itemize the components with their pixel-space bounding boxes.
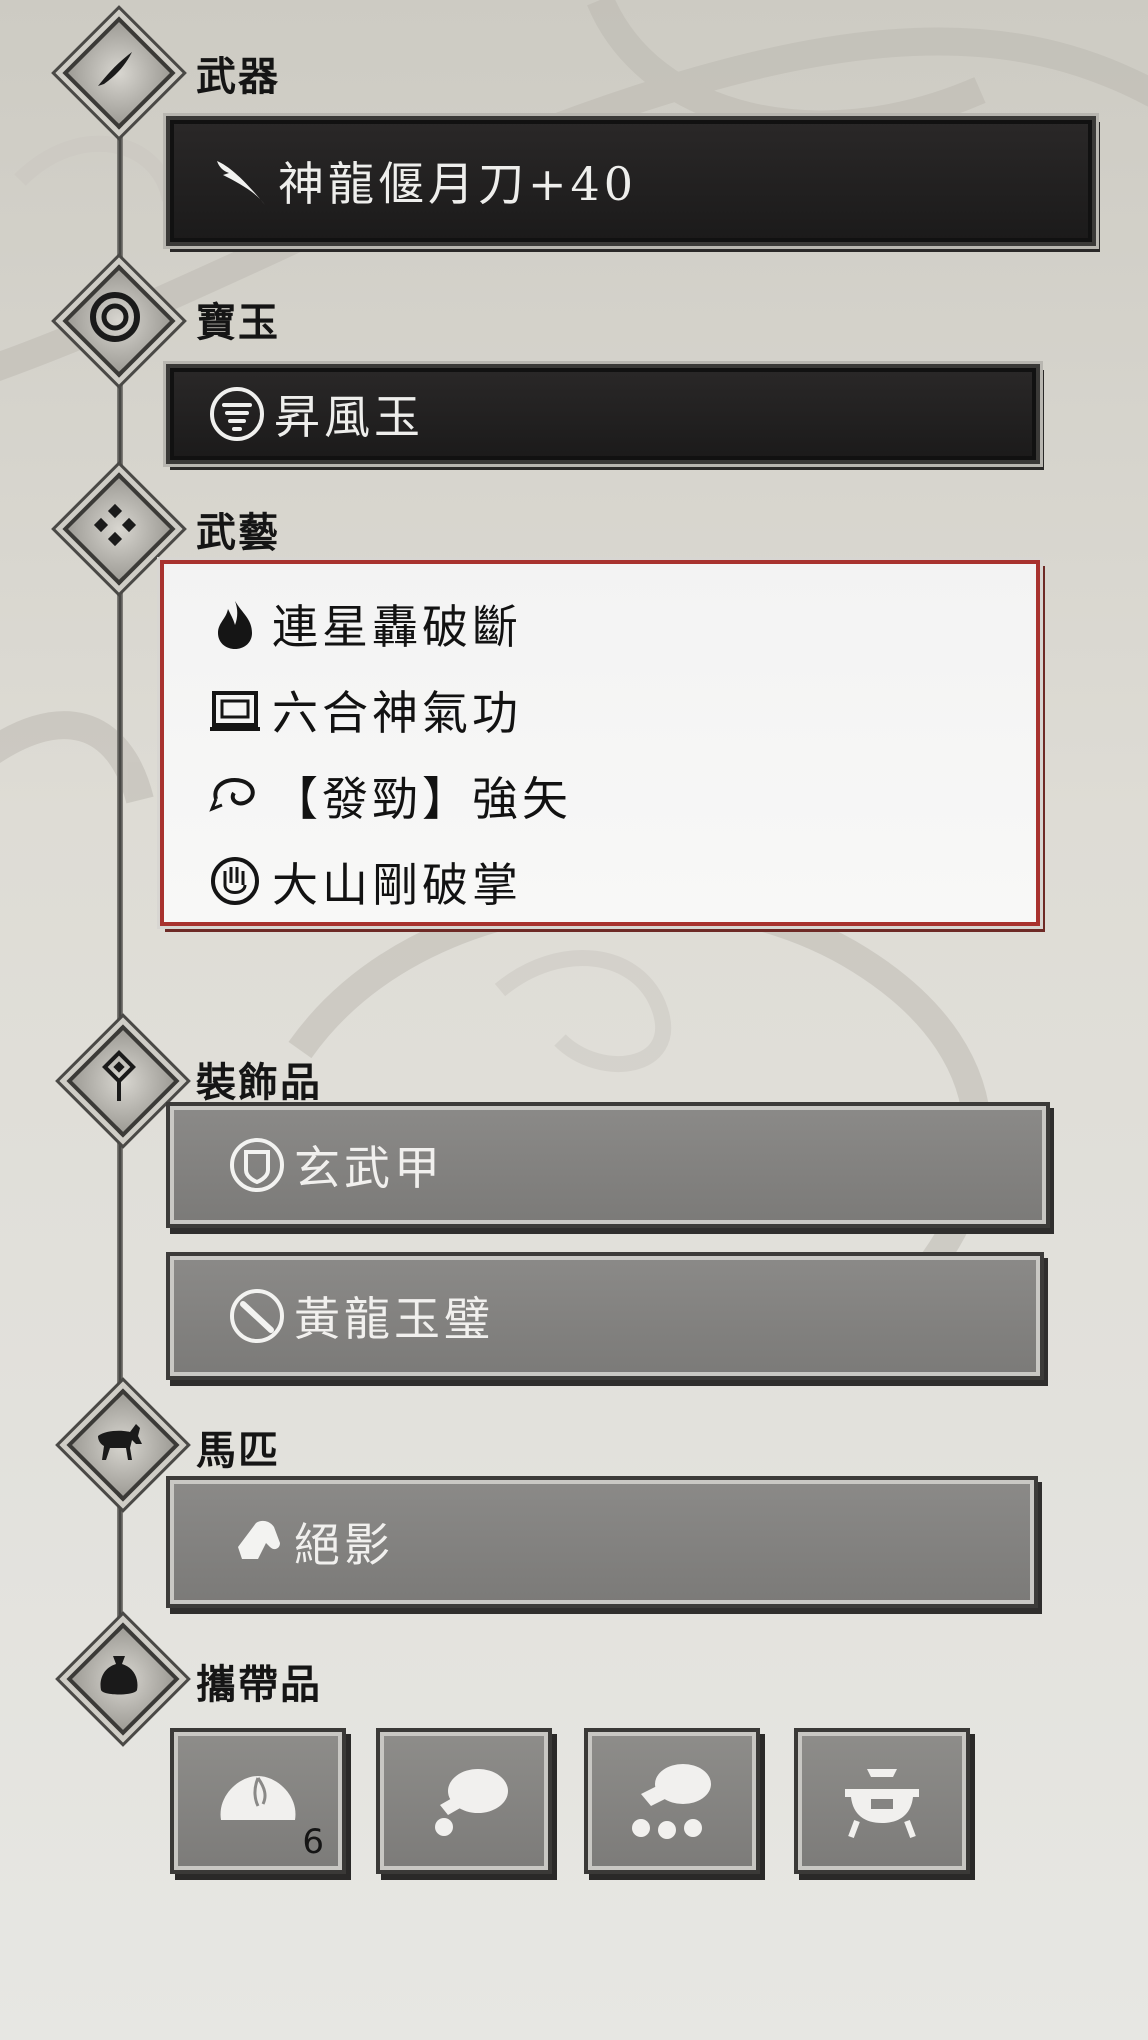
steamed-bun-icon: [220, 1776, 296, 1820]
accessory-slot[interactable]: 玄武甲: [166, 1102, 1050, 1228]
feather-icon: [60, 14, 170, 124]
weapon-name: 神龍偃月刀+40: [278, 157, 638, 211]
ring-icon: [60, 262, 170, 372]
weapon-node: [60, 14, 176, 130]
four-diamonds-icon: [60, 470, 170, 580]
consumables-section-label: 攜帶品: [196, 1661, 322, 1708]
skill-item[interactable]: 連星轟破斷: [204, 584, 522, 664]
flame-icon: [204, 593, 266, 655]
loop-icon: [204, 765, 266, 827]
pouch-bundle-icon: [632, 1764, 711, 1839]
gem-node: [60, 262, 176, 378]
sack-icon: [64, 1620, 174, 1730]
horse-node: [64, 1386, 180, 1502]
consumable-slot[interactable]: [794, 1728, 970, 1874]
item-count: 6: [302, 1822, 324, 1862]
martial-arts-node: [60, 470, 176, 586]
horse-slot[interactable]: 絕影: [166, 1476, 1038, 1608]
horse-section-label: 馬匹: [196, 1427, 280, 1474]
gem-name: 昇風玉: [274, 390, 424, 444]
jade-disc-icon: [226, 1285, 288, 1347]
frame-icon: [204, 679, 266, 741]
accessory-slot[interactable]: 黃龍玉璧: [166, 1252, 1044, 1380]
martial-arts-panel: 連星轟破斷 六合神氣功 【發勁】強矢 大山剛破掌: [160, 560, 1040, 926]
skill-item[interactable]: 六合神氣功: [204, 670, 522, 750]
consumables-node: [64, 1620, 180, 1736]
palm-icon: [204, 851, 266, 913]
blade-icon: [210, 150, 272, 212]
cauldron-icon: [845, 1769, 919, 1839]
pendant-icon: [64, 1022, 174, 1132]
pouch-icon: [435, 1769, 508, 1836]
skill-item[interactable]: 【發勁】強矢: [204, 756, 572, 836]
weapon-slot[interactable]: 神龍偃月刀+40: [166, 116, 1096, 246]
gem-section-label: 寶玉: [196, 299, 280, 346]
skill-item[interactable]: 大山剛破掌: [204, 842, 522, 922]
horse-head-icon: [226, 1511, 288, 1573]
shield-icon: [226, 1134, 288, 1196]
consumable-slot[interactable]: 6: [170, 1728, 346, 1874]
martial-arts-section-label: 武藝: [196, 509, 280, 556]
accessory-node: [64, 1022, 180, 1138]
horse-icon: [64, 1386, 174, 1496]
accessory-section-label: 裝飾品: [196, 1059, 322, 1106]
consumable-slot[interactable]: [584, 1728, 760, 1874]
weapon-section-label: 武器: [196, 53, 280, 100]
consumable-slot[interactable]: [376, 1728, 552, 1874]
gem-slot[interactable]: 昇風玉: [166, 364, 1040, 464]
whirlwind-icon: [206, 383, 268, 445]
